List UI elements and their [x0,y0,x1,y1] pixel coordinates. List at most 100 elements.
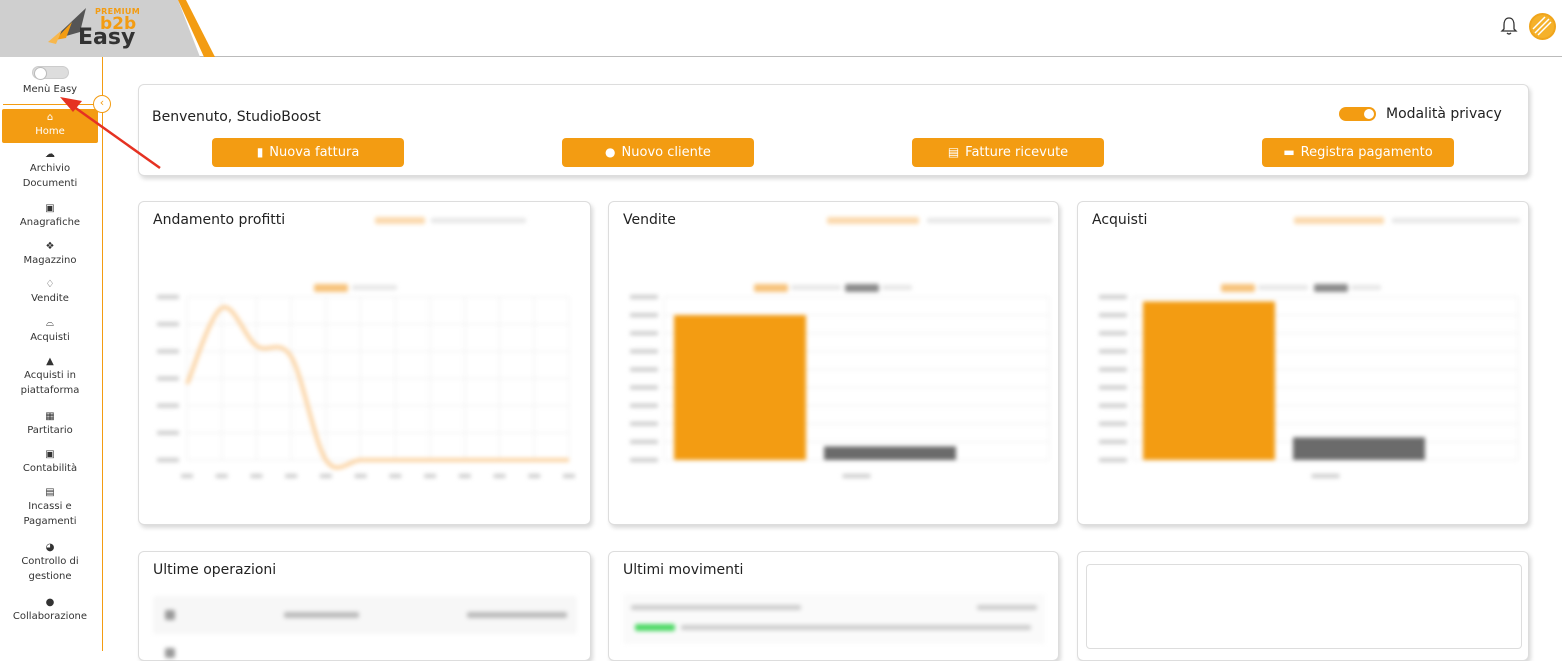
y-tick-label [630,421,658,426]
y-tick-label [630,458,658,462]
sidebar-item-vendite[interactable]: ♢ Vendite [2,279,98,306]
sidebar-item-home[interactable]: ⌂ Home [2,109,98,143]
sidebar-item-incassi[interactable]: ▤ Incassi e Pagamenti [2,487,98,529]
bar [674,315,806,460]
y-tick-label [630,331,658,336]
chevron-left-icon: ‹ [99,96,105,109]
sidebar-item-label: Anagrafiche [19,217,81,228]
collapse-sidebar-button[interactable]: ‹ [93,95,111,113]
logo-easy-text: Easy [78,25,136,50]
x-tick-label [250,474,263,478]
y-tick-label [630,403,658,408]
sidebar-item-controllo[interactable]: ◕ Controllo di gestione [2,542,98,584]
x-tick-label [842,474,871,478]
welcome-title: Benvenuto, StudioBoost [152,109,321,125]
x-tick-label [563,474,575,478]
cloud-icon: ☁ [45,149,55,160]
bell-icon[interactable] [1500,16,1518,36]
menu-easy-toggle[interactable] [32,66,69,80]
calendar-icon: ▤ [45,487,55,498]
y-tick-label [157,322,179,327]
card-title: Ultime operazioni [153,562,277,578]
sidebar-item-label: Acquisti [30,332,70,343]
y-tick-label [157,295,179,299]
sidebar-item-archivio[interactable]: ☁ Archivio Documenti [2,149,98,191]
bar [1293,437,1425,460]
y-tick-label [1099,439,1127,444]
empty-widget-placeholder [1086,564,1522,649]
nuovo-cliente-button[interactable]: ● Nuovo cliente [562,138,754,167]
nuova-fattura-button[interactable]: ▮ Nuova fattura [212,138,404,167]
y-tick-label [630,367,658,372]
empty-widget-card [1077,551,1529,661]
button-label: Nuova fattura [269,145,360,160]
profitti-line-chart [157,295,575,478]
registra-pagamento-button[interactable]: ▬ Registra pagamento [1262,138,1454,167]
gauge-icon: ◕ [45,542,55,553]
x-tick-label [1311,474,1340,478]
acquisti-bar-chart [1099,295,1519,478]
y-tick-label [157,458,179,462]
sidebar-item-contabilita[interactable]: ▣ Contabilità [2,449,98,476]
y-tick-label [157,376,179,381]
top-bar: PREMIUM b2b Easy [0,0,1562,57]
sidebar-item-acquisti-piattaforma[interactable]: ▲ Acquisti in piattaforma [0,356,100,398]
brand-logo[interactable]: PREMIUM b2b Easy [0,0,215,57]
y-tick-label [157,430,179,435]
y-tick-label [1099,331,1127,336]
y-tick-label [630,295,658,299]
bag-icon: ▲ [46,356,54,367]
y-tick-label [1099,403,1127,408]
y-tick-label [1099,367,1127,372]
house-icon: ⌂ [46,112,54,123]
sidebar-divider [3,104,95,105]
x-tick-label [354,474,367,478]
sidebar-item-label: Magazzino [23,255,77,266]
x-tick-label [458,474,471,478]
basket-icon: ⌓ [46,318,54,329]
y-tick-label [1099,313,1127,318]
y-tick-label [1099,349,1127,354]
sidebar-item-label: Partitario [27,425,73,436]
sidebar-item-label: Home [35,126,65,137]
x-tick-label [215,474,228,478]
ledger-icon: ▣ [45,449,55,460]
fatture-ricevute-button[interactable]: ▤ Fatture ricevute [912,138,1104,167]
sidebar-item-label: Vendite [31,293,69,304]
x-tick-label [493,474,506,478]
sidebar-item-label: Collaborazione [12,611,88,622]
book-icon: ▤ [947,145,960,159]
y-tick-label [1099,295,1127,299]
sidebar-item-label: Archivio Documenti [22,163,78,189]
profitti-card: Andamento profitti [138,201,591,525]
sidebar-item-partitario[interactable]: ▦ Partitario [2,411,98,438]
money-icon: ▬ [1283,145,1295,159]
avatar[interactable] [1529,13,1556,40]
y-tick-label [630,313,658,318]
x-tick-label [319,474,332,478]
button-label: Nuovo cliente [621,145,711,160]
privacy-toggle[interactable] [1339,107,1376,121]
card-title: Ultimi movimenti [623,562,744,578]
user-icon: ● [605,145,616,159]
bar [1143,301,1275,460]
menu-easy-label: Menù Easy [22,84,78,95]
x-tick-label [389,474,402,478]
handshake-icon: ♢ [45,279,55,290]
sidebar: Menù Easy ‹ ⌂ Home ☁ Archivio Documenti … [0,57,111,651]
y-tick-label [1099,421,1127,426]
acquisti-card: Acquisti [1077,201,1529,525]
file-icon: ▮ [256,145,264,159]
x-tick-label [181,474,193,478]
y-tick-label [157,403,179,408]
sidebar-item-acquisti[interactable]: ⌓ Acquisti [2,318,98,345]
sidebar-item-anagrafiche[interactable]: ▣ Anagrafiche [2,203,98,230]
sidebar-item-collaborazione[interactable]: ● Collaborazione [0,597,100,624]
sidebar-item-magazzino[interactable]: ❖ Magazzino [2,241,98,268]
y-tick-label [1099,458,1127,462]
chat-icon: ● [45,597,55,608]
y-tick-label [630,439,658,444]
vendite-bar-chart [630,295,1050,478]
y-tick-label [1099,385,1127,390]
privacy-label: Modalità privacy [1386,106,1502,122]
